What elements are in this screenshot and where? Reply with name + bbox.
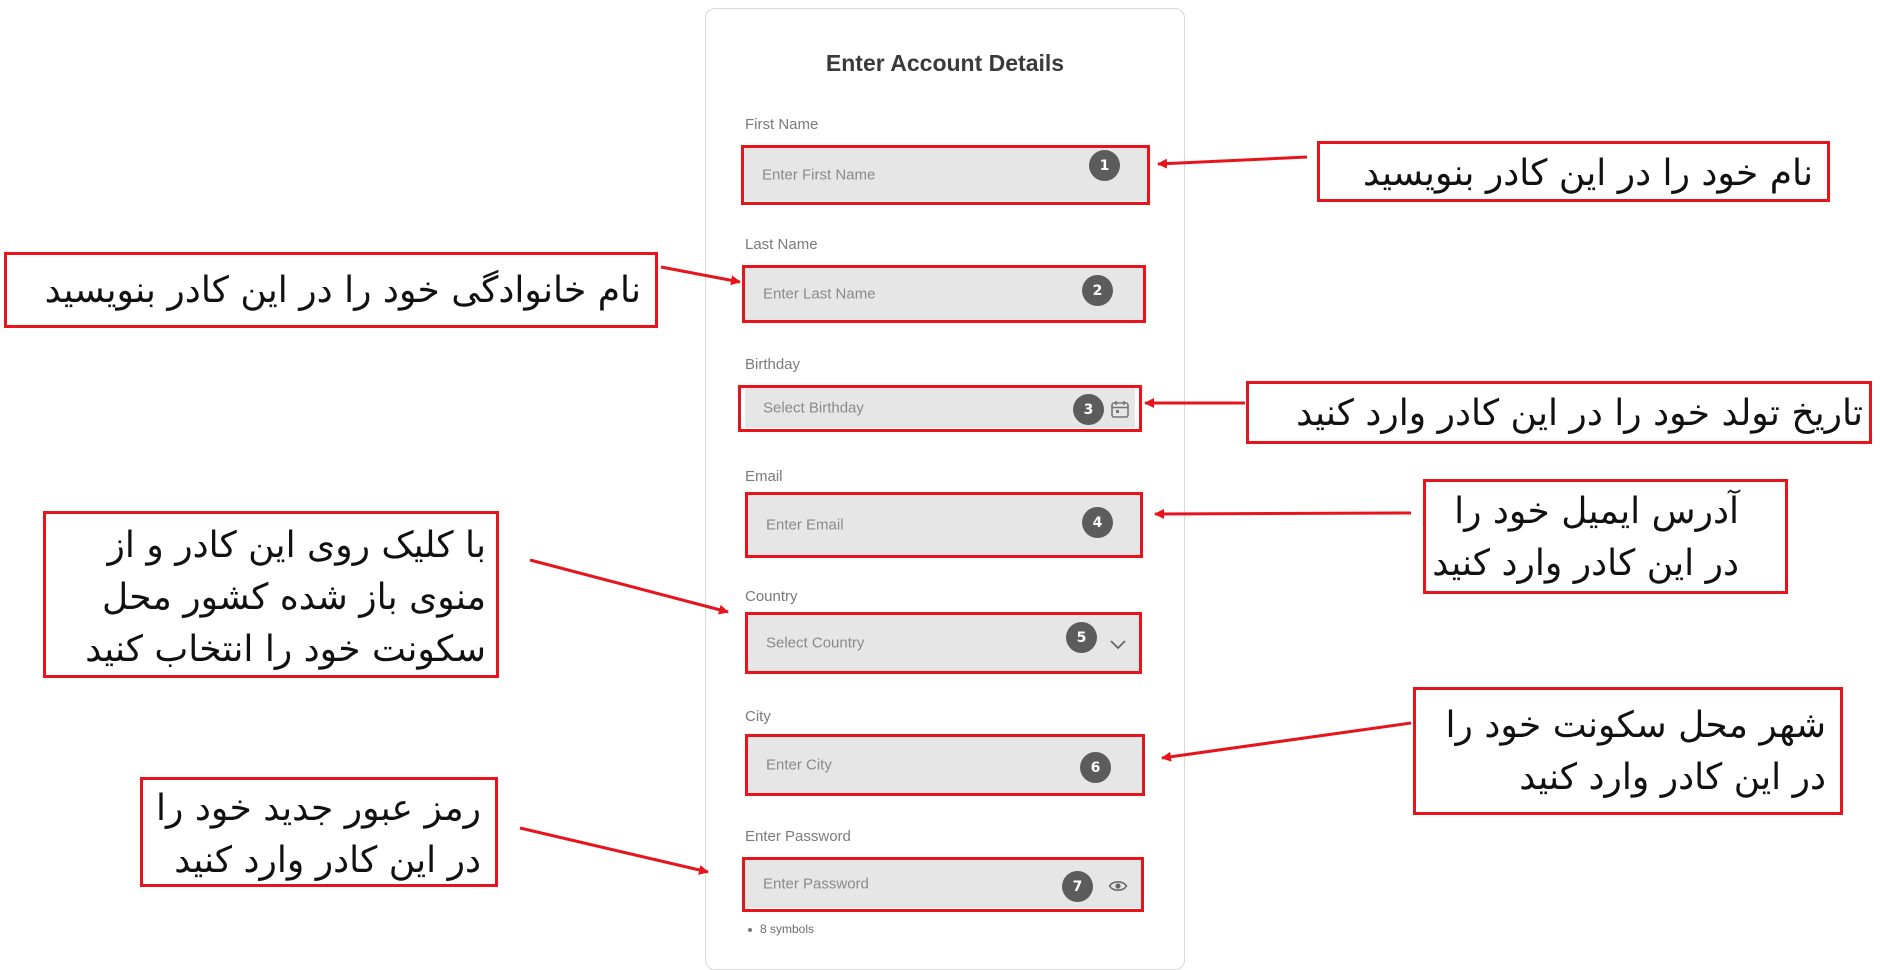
arrow-last-name xyxy=(660,265,741,286)
arrow-email xyxy=(1154,508,1412,519)
arrow-first-name xyxy=(1157,155,1308,169)
callout-arrows xyxy=(519,155,1412,875)
arrow-password xyxy=(519,826,709,875)
arrow-country xyxy=(529,558,729,615)
arrow-city xyxy=(1161,721,1412,762)
